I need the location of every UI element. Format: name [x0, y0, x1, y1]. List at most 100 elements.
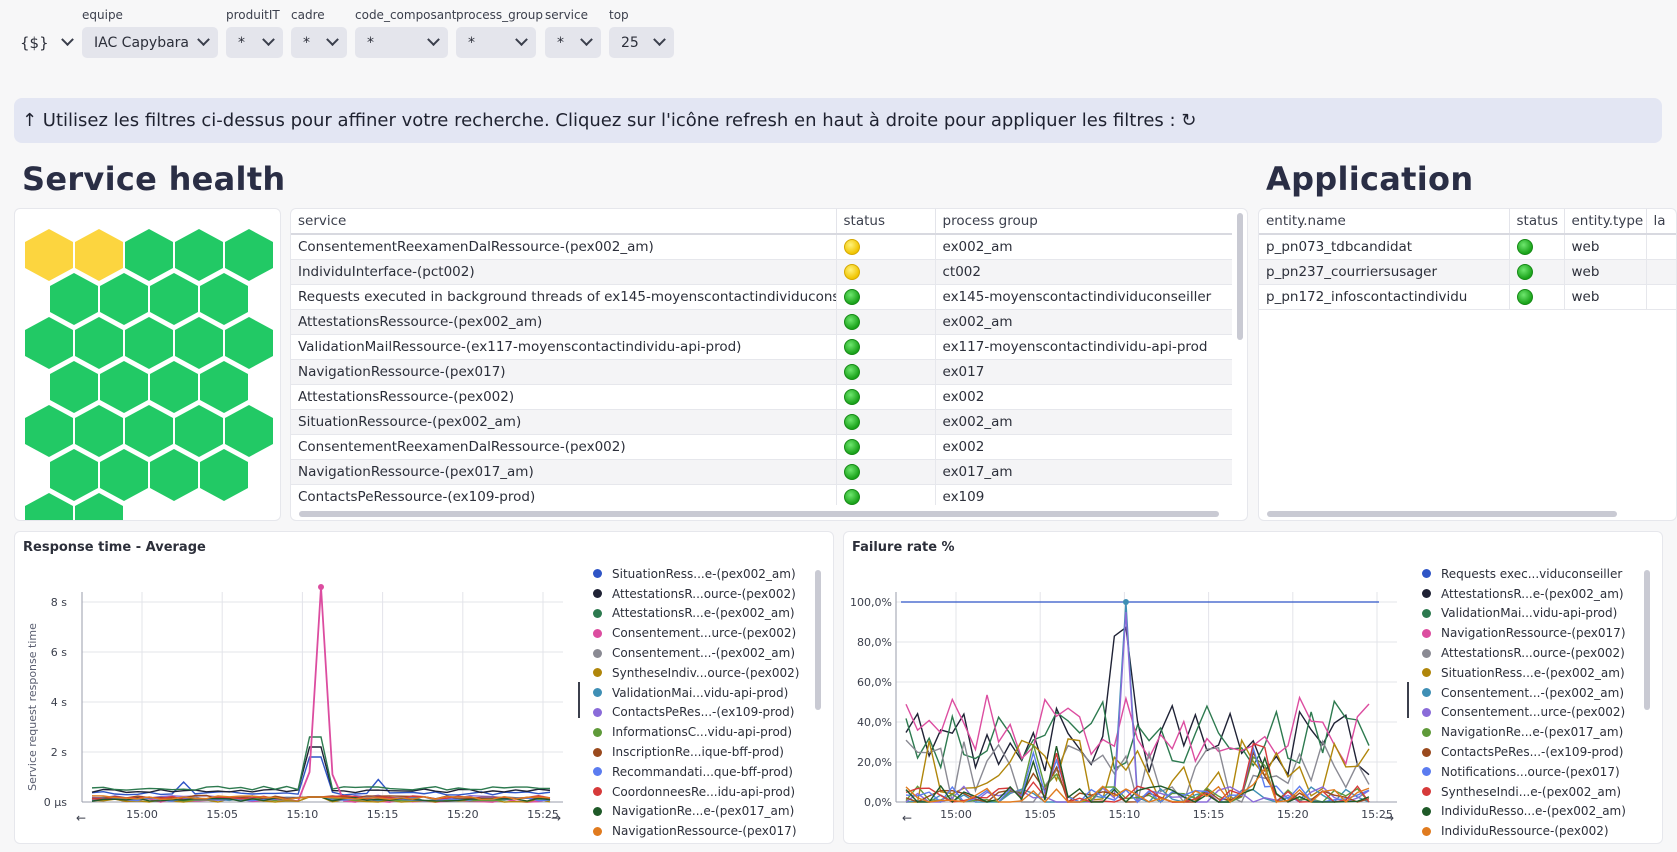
honeycomb-cell[interactable]: [25, 493, 73, 520]
service-name[interactable]: ValidationMailRessource-(ex117-moyenscon…: [291, 334, 837, 360]
legend-item[interactable]: Recommandati...que-bff-prod): [593, 762, 799, 782]
legend-item[interactable]: Consentement...urce-(pex002): [1422, 703, 1626, 723]
table-row[interactable]: AttestationsRessource-(pex002_am) ex002_a…: [291, 309, 1232, 335]
column-header-entity-name[interactable]: entity.name: [1259, 209, 1510, 235]
scroll-right-arrow[interactable]: →: [551, 811, 561, 825]
legend-item[interactable]: InscriptionRe...ique-bff-prod): [593, 742, 799, 762]
table-row[interactable]: p_pn237_courriersusager web: [1259, 259, 1676, 285]
honeycomb-cell[interactable]: [50, 449, 98, 501]
service-name[interactable]: ConsentementReexamenDalRessource-(pex002…: [291, 434, 837, 460]
honeycomb-cell[interactable]: [100, 273, 148, 325]
vertical-scrollbar[interactable]: [1237, 213, 1243, 340]
service-name[interactable]: AttestationsRessource-(pex002): [291, 384, 837, 410]
series-line[interactable]: [91, 736, 551, 791]
honeycomb-cell[interactable]: [175, 317, 223, 369]
scroll-right-arrow[interactable]: →: [1384, 811, 1394, 825]
series-line[interactable]: [905, 601, 1370, 803]
legend-item[interactable]: NavigationRessource-(pex017): [593, 821, 799, 841]
column-header-entity-type[interactable]: entity.type: [1564, 209, 1647, 235]
legend-item[interactable]: AttestationsR...e-(pex002_am): [593, 604, 799, 624]
legend-item[interactable]: Notifications...ource-(pex017): [1422, 762, 1626, 782]
legend-item[interactable]: ContactsPeRes...-(ex109-prod): [593, 703, 799, 723]
service-name[interactable]: Requests executed in background threads …: [291, 284, 837, 310]
table-row[interactable]: SituationRessource-(pex002_am) ex002_am: [291, 409, 1232, 435]
legend-item[interactable]: SyntheseIndiv...ource-(pex002): [593, 663, 799, 683]
honeycomb-cell[interactable]: [150, 361, 198, 413]
honeycomb-cell[interactable]: [125, 317, 173, 369]
legend-item[interactable]: ValidationMai...vidu-api-prod): [1422, 604, 1626, 624]
legend-scrollbar[interactable]: [815, 570, 821, 710]
legend-resize-handle[interactable]: [1407, 682, 1409, 718]
honeycomb-cell[interactable]: [125, 405, 173, 457]
failure-rate-chart[interactable]: 100,0% 80,0% 60,0% 40,0% 20,0% 0,0% 15:00 15:05…: [844, 557, 1404, 837]
column-header-status[interactable]: status: [836, 209, 936, 235]
honeycomb-cell[interactable]: [25, 317, 73, 369]
series-line[interactable]: [905, 611, 1370, 804]
legend-item[interactable]: SituationRess...e-(pex002_am): [593, 564, 799, 584]
honeycomb-cell[interactable]: [200, 361, 248, 413]
legend-resize-handle[interactable]: [578, 682, 580, 718]
table-row[interactable]: IndividuInterface-(pct002) ct002: [291, 259, 1232, 285]
filter-process-group-select[interactable]: *: [456, 27, 536, 58]
service-name[interactable]: IndividuInterface-(pct002): [291, 259, 837, 285]
legend-item[interactable]: IndividuResso...e-(pex002_am): [1422, 802, 1626, 822]
table-row[interactable]: Requests executed in background threads …: [291, 284, 1232, 310]
response-time-chart[interactable]: Service request response time 8 s 6 s 4 s 2…: [15, 557, 575, 837]
honeycomb-cell[interactable]: [225, 317, 273, 369]
table-row[interactable]: AttestationsRessource-(pex002) ex002: [291, 384, 1232, 410]
entity-name[interactable]: p_pn073_tdbcandidat: [1259, 234, 1510, 260]
service-name[interactable]: AttestationsRessource-(pex002_am): [291, 309, 837, 335]
column-header-status[interactable]: status: [1509, 209, 1565, 235]
legend-item[interactable]: SyntheseIndi...e-(pex002_am): [1422, 782, 1626, 802]
filter-service-select[interactable]: *: [545, 27, 601, 58]
legend-item[interactable]: CoordonneesRe...idu-api-prod): [593, 782, 799, 802]
honeycomb-cell[interactable]: [200, 449, 248, 501]
table-row[interactable]: p_pn073_tdbcandidat web: [1259, 234, 1676, 260]
legend-item[interactable]: AttestationsR...ource-(pex002): [1422, 643, 1626, 663]
legend-item[interactable]: ContactsPeRes...-(ex109-prod): [1422, 742, 1626, 762]
service-name[interactable]: ConsentementReexamenDalRessource-(pex002…: [291, 234, 837, 260]
filter-equipe-select[interactable]: IAC Capybara: [82, 27, 218, 58]
horizontal-scrollbar[interactable]: [1267, 511, 1617, 517]
filter-cadre-select[interactable]: *: [291, 27, 347, 58]
column-header-process-group[interactable]: process group: [935, 209, 1232, 235]
table-row[interactable]: NavigationRessource-(pex017) ex017: [291, 359, 1232, 385]
honeycomb-cell[interactable]: [225, 405, 273, 457]
honeycomb-cell[interactable]: [75, 493, 123, 520]
filter-top-select[interactable]: 25: [609, 27, 674, 58]
service-name[interactable]: NavigationRessource-(pex017_am): [291, 459, 837, 485]
entity-name[interactable]: p_pn172_infoscontactindividu: [1259, 284, 1510, 310]
legend-item[interactable]: Requests exec...viduconseiller: [1422, 564, 1626, 584]
legend-item[interactable]: IndividuRessource-(pex002): [1422, 821, 1626, 841]
table-row[interactable]: ValidationMailRessource-(ex117-moyenscon…: [291, 334, 1232, 360]
legend-item[interactable]: NavigationRe...e-(pex017_am): [1422, 722, 1626, 742]
legend-item[interactable]: NavigationRe...e-(pex017_am): [593, 802, 799, 822]
peak-marker[interactable]: [318, 584, 324, 590]
honeycomb-cell[interactable]: [175, 229, 223, 281]
honeycomb-cell[interactable]: [75, 317, 123, 369]
series-line[interactable]: [91, 586, 551, 803]
legend-item[interactable]: InformationsC...vidu-api-prod): [593, 722, 799, 742]
honeycomb-cell[interactable]: [50, 273, 98, 325]
legend-item[interactable]: NavigationRessource-(pex017): [1422, 623, 1626, 643]
legend-scrollbar[interactable]: [1644, 570, 1650, 710]
horizontal-scrollbar[interactable]: [299, 511, 1219, 517]
filter-code-composant-select[interactable]: *: [355, 27, 448, 58]
legend-item[interactable]: Consentement...urce-(pex002): [593, 623, 799, 643]
legend-item[interactable]: AttestationsR...e-(pex002_am): [1422, 584, 1626, 604]
table-row[interactable]: ContactsPeRessource-(ex109-prod) ex109: [291, 484, 1232, 505]
honeycomb-cell[interactable]: [25, 229, 73, 281]
peak-marker[interactable]: [1122, 599, 1129, 605]
entity-name[interactable]: p_pn237_courriersusager: [1259, 259, 1510, 285]
legend-item[interactable]: Consentement...-(pex002_am): [593, 643, 799, 663]
honeycomb-cell[interactable]: [75, 229, 123, 281]
series-line[interactable]: [91, 746, 551, 794]
honeycomb-cell[interactable]: [225, 229, 273, 281]
honeycomb-cell[interactable]: [150, 273, 198, 325]
legend-item[interactable]: ValidationMai...vidu-api-prod): [593, 683, 799, 703]
column-header-service[interactable]: service: [291, 209, 837, 235]
honeycomb-cell[interactable]: [125, 229, 173, 281]
service-name[interactable]: ContactsPeRessource-(ex109-prod): [291, 484, 837, 505]
table-row[interactable]: NavigationRessource-(pex017_am) ex017_am: [291, 459, 1232, 485]
honeycomb-cell[interactable]: [100, 361, 148, 413]
